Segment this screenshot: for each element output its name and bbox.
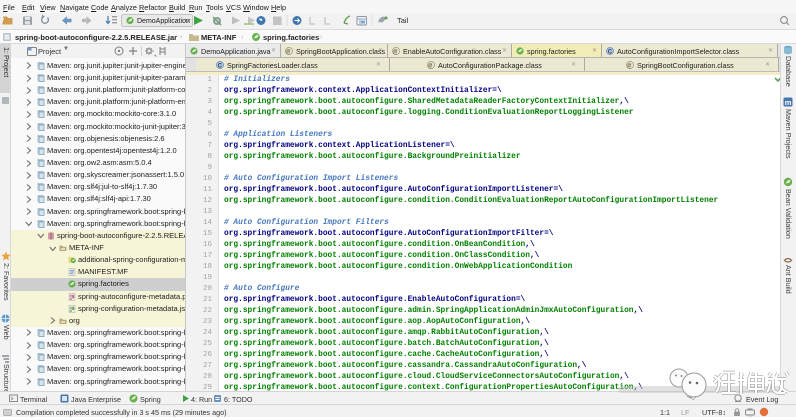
svg-text:@: @ — [627, 62, 631, 68]
svg-text:C: C — [608, 49, 613, 55]
svg-text:Tail: Tail — [397, 16, 409, 25]
svg-text:m: m — [785, 98, 792, 107]
svg-text:@: @ — [286, 48, 290, 54]
svg-text:@: @ — [428, 62, 432, 68]
svg-text:C: C — [218, 63, 223, 69]
svg-text:DemoApplication: DemoApplication — [137, 18, 190, 25]
svg-text:@: @ — [393, 48, 397, 54]
